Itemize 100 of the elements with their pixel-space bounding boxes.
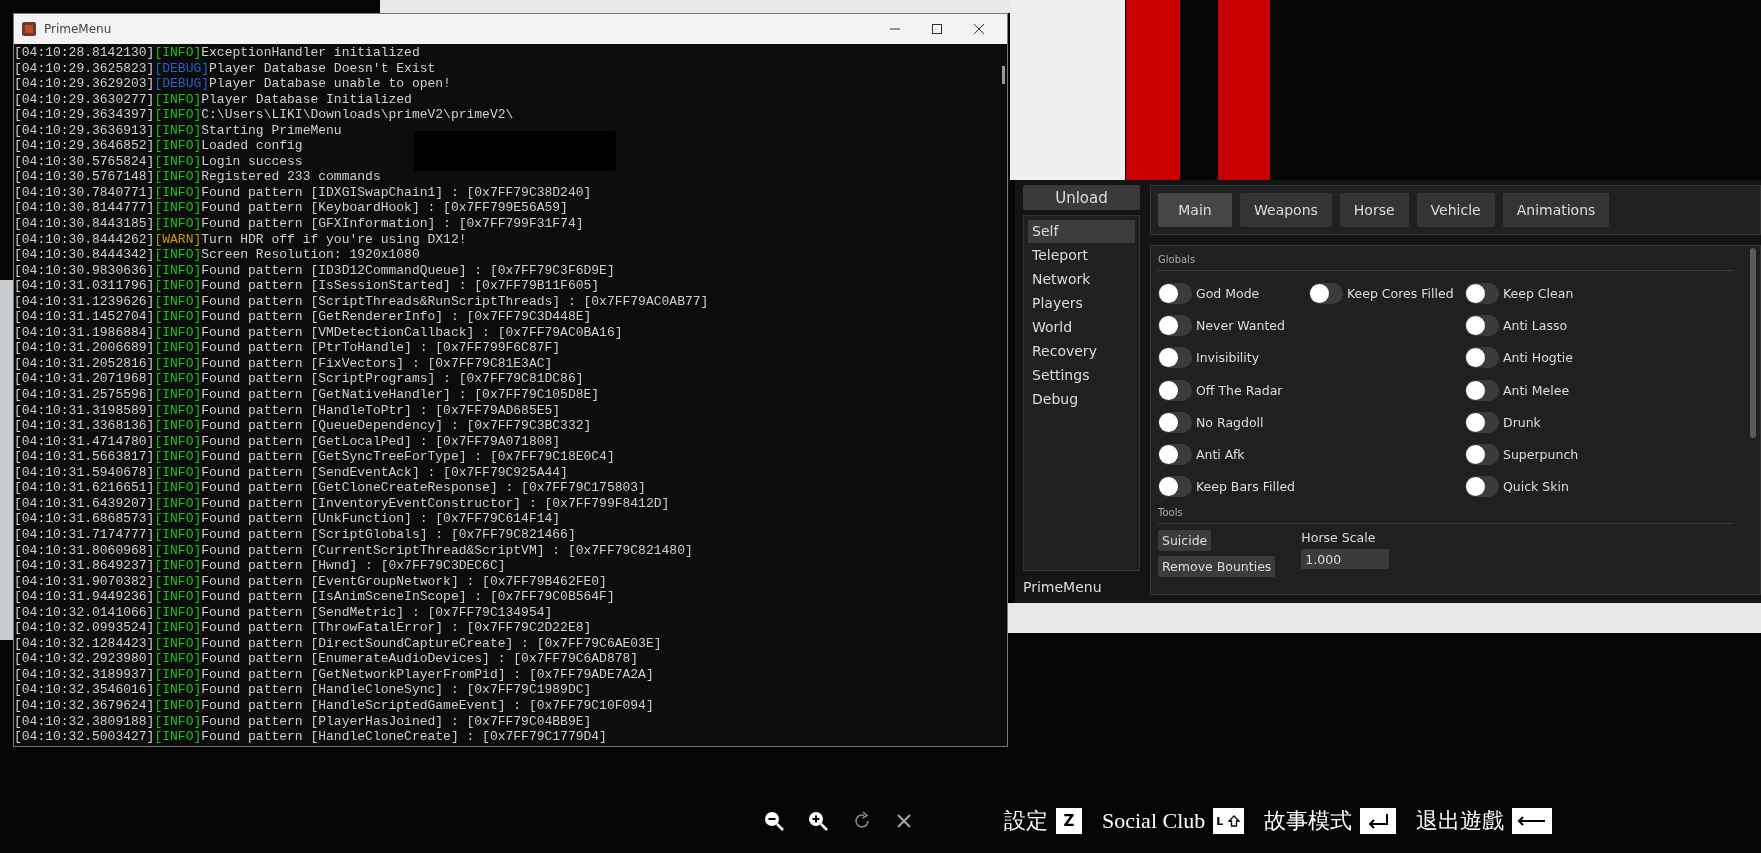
tab[interactable]: Horse	[1339, 193, 1409, 227]
toggle-switch[interactable]	[1465, 444, 1499, 466]
log-line: [04:10:30.8144777][INFO]Found pattern [KeyboardHook] : [0x7FF799E56A59]	[14, 200, 568, 216]
log-line: [04:10:32.2923980][INFO]Found pattern [EnumerateAudioDevices] : [0x7FF79C6AD878]	[14, 651, 639, 667]
sidebar-item[interactable]: World	[1028, 316, 1135, 339]
backspace-key-icon	[1512, 808, 1553, 834]
log-line: [04:10:30.5765824][INFO]Login success	[14, 153, 303, 170]
key-hint-label: 退出遊戲	[1416, 807, 1505, 835]
tab[interactable]: Animations	[1502, 193, 1610, 227]
app-icon	[22, 22, 36, 36]
toggle-label: Anti Hogtie	[1503, 350, 1573, 366]
sidebar-item[interactable]: Players	[1028, 292, 1135, 315]
toggle-switch[interactable]	[1158, 379, 1192, 401]
toggle-label: Keep Clean	[1503, 285, 1574, 301]
sidebar-item[interactable]: Recovery	[1028, 340, 1135, 363]
toggle-switch[interactable]	[1465, 411, 1499, 433]
log-line: [04:10:31.3368136][INFO]Found pattern [QueueDependency] : [0x7FF79C3BC332]	[14, 418, 592, 434]
log-line: [04:10:31.9449236][INFO]Found pattern [IsAnimSceneInScope] : [0x7FF79C0B564F]	[14, 589, 615, 605]
toggle-label: Anti Afk	[1196, 447, 1245, 463]
log-line: [04:10:32.1284423][INFO]Found pattern [DirectSoundCaptureCreate] : [0x7FF79C6AE03E]	[14, 635, 662, 652]
maximize-icon[interactable]	[931, 23, 943, 35]
toggle-switch[interactable]	[1158, 411, 1192, 433]
menu-footer-title: PrimeMenu	[1023, 578, 1103, 595]
toggle-label: Drunk	[1503, 414, 1541, 430]
log-line: [04:10:31.1986884][INFO]Found pattern [VMDetectionCallback] : [0x7FF79AC0BA16]	[14, 324, 623, 341]
log-line: [04:10:31.4714780][INFO]Found pattern [GetLocalPed] : [0x7FF79A071808]	[14, 433, 561, 450]
unload-button[interactable]: Unload	[1023, 185, 1140, 210]
action-button[interactable]: Suicide	[1158, 530, 1212, 552]
toggle-switch[interactable]	[1158, 444, 1192, 466]
enter-key-icon	[1360, 808, 1397, 834]
zoom-in-icon[interactable]	[807, 810, 829, 832]
log-line: [04:10:31.6216651][INFO]Found pattern [GetCloneCreateResponse] : [0x7FF79C175803]	[14, 480, 646, 496]
log-line: [04:10:30.8443185][INFO]Found pattern [GFXInformation] : [0x7FF799F31F74]	[14, 216, 584, 232]
log-line: [04:10:31.6439207][INFO]Found pattern [InventoryEventConstructor] : [0x7FF799F8412D]	[14, 495, 670, 512]
log-line: [04:10:32.3189937][INFO]Found pattern [GetNetworkPlayerFromPid] : [0x7FF79ADE7A2A]	[14, 666, 654, 683]
log-line: [04:10:31.9070382][INFO]Found pattern [EventGroupNetwork] : [0x7FF79B462FE0]	[14, 573, 607, 590]
section-heading: Globals	[1158, 254, 1734, 271]
log-line: [04:10:31.7174777][INFO]Found pattern [ScriptGlobals] : [0x7FF79C821466]	[14, 526, 576, 543]
toggle-label: Invisibility	[1196, 350, 1260, 366]
action-button[interactable]: Remove Bounties	[1158, 556, 1276, 578]
log-line: [04:10:31.1452704][INFO]Found pattern [GetRendererInfo] : [0x7FF79C3D448E]	[14, 309, 592, 325]
log-line: [04:10:30.8444342][INFO]Screen Resolution: 1920x1080	[14, 247, 420, 263]
close-icon[interactable]	[895, 812, 913, 830]
window-title: PrimeMenu	[44, 22, 113, 36]
toggle-label: Anti Melee	[1503, 382, 1570, 398]
sidebar-item[interactable]: Settings	[1028, 364, 1135, 387]
sidebar-item[interactable]: Teleport	[1028, 244, 1135, 267]
log-line: [04:10:31.6868573][INFO]Found pattern [UnkFunction] : [0x7FF79C614F14]	[14, 511, 561, 527]
toggle-switch[interactable]	[1465, 379, 1499, 401]
toggle-label: Superpunch	[1503, 447, 1579, 463]
scrollbar-thumb[interactable]	[1750, 248, 1756, 438]
tab[interactable]: Vehicle	[1416, 193, 1495, 227]
toggle-label: No Ragdoll	[1196, 414, 1264, 430]
log-line: [04:10:32.3679624][INFO]Found pattern [HandleScriptedGameEvent] : [0x7FF79C10F094]	[14, 697, 654, 714]
log-line: [04:10:32.5003427][INFO]Found pattern [HandleCloneCreate] : [0x7FF79C1779D4]	[14, 729, 607, 745]
sidebar-item[interactable]: Debug	[1028, 388, 1135, 411]
log-line: [04:10:31.8649237][INFO]Found pattern [Hwnd] : [0x7FF79C3DEC6C]	[14, 558, 506, 574]
key-hint-label: 設定	[1004, 807, 1048, 835]
log-line: [04:10:31.2052816][INFO]Found pattern [FixVectors] : [0x7FF79C81E3AC]	[14, 355, 553, 372]
log-line: [04:10:31.5663817][INFO]Found pattern [GetSyncTreeForType] : [0x7FF79C18E0C4]	[14, 449, 615, 465]
toggle-label: Quick Skin	[1503, 479, 1569, 495]
section-heading: Tools	[1158, 507, 1734, 525]
field-label: Horse Scale	[1301, 530, 1377, 546]
log-line: [04:10:31.5940678][INFO]Found pattern [SendEventAck] : [0x7FF79C925A44]	[14, 464, 568, 481]
log-line: [04:10:29.3625823][DEBUG]Player Database Doesn't Exist	[14, 60, 436, 77]
toggle-switch[interactable]	[1309, 282, 1343, 304]
toggle-switch[interactable]	[1158, 476, 1192, 498]
tab[interactable]: Weapons	[1240, 193, 1332, 227]
toggle-label: Never Wanted	[1196, 317, 1285, 333]
log-line: [04:10:29.3646852][INFO]Loaded config	[14, 138, 303, 154]
sidebar-item[interactable]: Network	[1028, 268, 1135, 291]
key-hint-label: Social Club	[1102, 808, 1206, 834]
log-line: [04:10:30.7840771][INFO]Found pattern [IDXGISwapChain1] : [0x7FF79C38D240]	[14, 184, 592, 201]
log-line: [04:10:31.8060968][INFO]Found pattern [CurrentScriptThread&ScriptVM] : [0x7FF79C821480]	[14, 542, 693, 559]
close-icon[interactable]	[973, 23, 985, 35]
toggle-switch[interactable]	[1465, 282, 1499, 304]
horse-scale-field[interactable]: 1.000	[1301, 549, 1390, 570]
toggle-label: God Mode	[1196, 285, 1260, 301]
log-line: [04:10:32.0141066][INFO]Found pattern [SendMetric] : [0x7FF79C134954]	[14, 604, 553, 621]
scrollbar-thumb[interactable]	[1002, 66, 1005, 84]
log-line: [04:10:31.1239626][INFO]Found pattern [ScriptThreads&RunScriptThreads] : [0x7FF79AC0AB77]	[14, 293, 709, 310]
log-line: [04:10:28.8142130][INFO]ExceptionHandler initialized	[14, 45, 420, 61]
zoom-out-icon[interactable]	[763, 810, 785, 832]
toggle-switch[interactable]	[1465, 347, 1499, 369]
sidebar-item[interactable]: Self	[1028, 220, 1135, 243]
log-line: [04:10:30.5767148][INFO]Registered 233 commands	[14, 169, 381, 185]
log-line: [04:10:29.3636913][INFO]Starting PrimeMenu	[14, 122, 342, 139]
tab[interactable]: Main	[1158, 193, 1232, 227]
toggle-switch[interactable]	[1158, 282, 1192, 304]
log-line: [04:10:31.2071968][INFO]Found pattern [ScriptPrograms] : [0x7FF79C81DC86]	[14, 371, 584, 388]
toggle-switch[interactable]	[1158, 347, 1192, 369]
log-line: [04:10:29.3634397][INFO]C:\Users\LIKI\Downloads\primeV2\primeV2\	[14, 107, 514, 123]
toggle-switch[interactable]	[1465, 476, 1499, 498]
log-line: [04:10:30.9830636][INFO]Found pattern [ID3D12CommandQueue] : [0x7FF79C3F6D9E]	[14, 262, 615, 279]
toggle-label: Anti Lasso	[1503, 317, 1568, 333]
toggle-label: Keep Cores Filled	[1347, 285, 1454, 301]
toggle-switch[interactable]	[1465, 314, 1499, 336]
log-line: [04:10:31.2575596][INFO]Found pattern [GetNativeHandler] : [0x7FF79C105D8E]	[14, 387, 600, 403]
log-line: [04:10:32.3546016][INFO]Found pattern [HandleCloneSync] : [0x7FF79C1989DC]	[14, 682, 592, 698]
toggle-switch[interactable]	[1158, 314, 1192, 336]
